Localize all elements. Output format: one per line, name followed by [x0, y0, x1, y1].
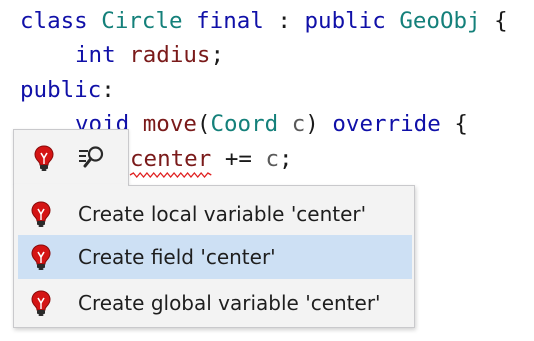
param-type: Coord: [210, 111, 279, 137]
open-brace: {: [454, 111, 468, 137]
menu-item-create-local-variable[interactable]: Create local variable 'center': [18, 192, 412, 236]
menu-item-label: Create global variable 'center': [78, 291, 381, 315]
semicolon: ;: [210, 42, 225, 68]
open-paren: (: [196, 111, 211, 137]
menu-item-label: Create local variable 'center': [78, 202, 367, 226]
strip-menu-join: [14, 184, 128, 186]
quick-fix-menu: Create local variable 'center' Create fi…: [13, 185, 415, 328]
inheritance-colon: :: [277, 8, 291, 34]
access-colon: :: [101, 77, 115, 103]
keyword-public: public: [304, 8, 386, 34]
error-squiggle: [129, 172, 212, 178]
field-radius: radius: [129, 42, 211, 68]
search-usages-icon[interactable]: [77, 144, 104, 172]
compound-assign-operator: +=: [224, 146, 252, 172]
base-class-name: GeoObj: [399, 8, 481, 34]
unresolved-identifier-center[interactable]: center: [129, 142, 212, 178]
code-line-1: class Circle final : public GeoObj {: [20, 4, 508, 38]
code-line-5: center += c;: [129, 142, 293, 178]
menu-item-create-field[interactable]: Create field 'center': [18, 235, 412, 279]
class-name: Circle: [101, 8, 183, 34]
lightbulb-error-icon: [28, 200, 54, 228]
code-line-4: void move(Coord c) override {: [75, 107, 468, 141]
keyword-override: override: [332, 111, 441, 137]
access-specifier-public: public: [20, 77, 102, 103]
open-brace: {: [494, 8, 508, 34]
param-name: c: [291, 111, 306, 137]
keyword-int: int: [75, 42, 116, 68]
menu-item-label: Create field 'center': [78, 245, 276, 269]
argument-c: c: [265, 146, 280, 172]
lightbulb-error-icon[interactable]: [31, 144, 57, 172]
code-line-3: public:: [20, 73, 115, 107]
code-line-2: int radius;: [75, 38, 224, 72]
keyword-class: class: [20, 8, 88, 34]
quick-actions-strip: [13, 129, 129, 186]
unresolved-identifier-text: center: [130, 146, 212, 172]
keyword-final: final: [196, 8, 264, 34]
close-paren: ): [305, 111, 319, 137]
lightbulb-error-icon: [28, 243, 54, 271]
menu-item-create-global-variable[interactable]: Create global variable 'center': [18, 281, 412, 325]
method-name: move: [142, 111, 197, 137]
lightbulb-error-icon: [28, 289, 54, 317]
semicolon: ;: [279, 146, 293, 172]
